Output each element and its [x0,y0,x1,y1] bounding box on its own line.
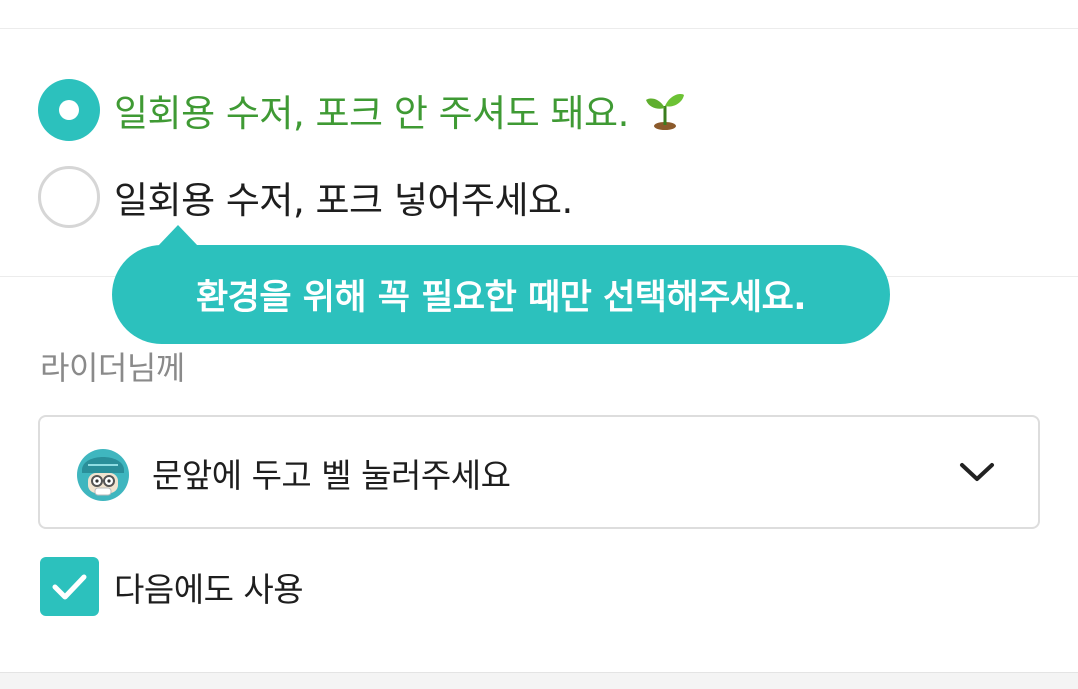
tooltip-text: 환경을 위해 꼭 필요한 때만 선택해주세요. [195,278,807,318]
eco-tooltip: 환경을 위해 꼭 필요한 때만 선택해주세요. [112,225,890,344]
sprout-icon [645,94,684,130]
remember-checkbox-label: 다음에도 사용 [114,570,304,609]
previous-section-strip [0,0,1078,29]
option-no-cutlery-label: 일회용 수저, 포크 안 주셔도 돼요. [114,92,629,135]
rider-avatar-icon [77,449,129,501]
next-section-strip [0,672,1078,689]
rider-request-select[interactable]: 문앞에 두고 벨 눌러주세요 [38,415,1040,529]
checkmark-icon [52,574,87,600]
radio-selected-icon[interactable] [38,79,100,141]
option-include-cutlery-label: 일회용 수저, 포크 넣어주세요. [114,179,573,222]
rider-request-value: 문앞에 두고 벨 눌러주세요 [152,456,511,495]
option-include-cutlery[interactable]: 일회용 수저, 포크 넣어주세요. [38,166,573,228]
chevron-down-icon[interactable] [958,457,996,487]
radio-unselected-icon[interactable] [38,166,100,228]
rider-request-label: 라이더님께 [40,349,185,387]
option-no-cutlery[interactable]: 일회용 수저, 포크 안 주셔도 돼요. [38,79,687,141]
remember-checkbox[interactable] [40,557,99,616]
